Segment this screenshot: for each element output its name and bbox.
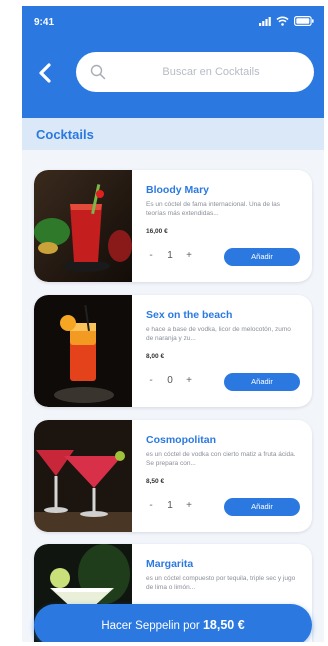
- increase-button[interactable]: +: [184, 250, 194, 261]
- signal-icon: [259, 16, 271, 26]
- quantity-stepper: - 1 +: [146, 500, 194, 511]
- cocktail-card[interactable]: Sex on the beach e hace a base de vodka,…: [34, 295, 312, 407]
- cocktail-image-bloody-mary: [34, 170, 132, 282]
- add-button[interactable]: Añadir: [224, 498, 300, 516]
- back-button[interactable]: [36, 62, 54, 84]
- cocktail-card[interactable]: Cosmopolitan es un cóctel de vodka con c…: [34, 420, 312, 532]
- cocktail-price: 8,50 €: [146, 478, 165, 485]
- phone-screen: 9:41 Buscar en Cocktails Cocktails Blood…: [22, 6, 324, 642]
- cocktail-price: 8,00 €: [146, 353, 165, 360]
- quantity-value: 1: [167, 500, 173, 511]
- quantity-value: 1: [167, 250, 173, 261]
- cocktail-description: e hace a base de vodka, licor de melocot…: [146, 326, 291, 342]
- search-input[interactable]: [116, 62, 306, 82]
- add-button[interactable]: Añadir: [224, 248, 300, 266]
- cocktail-price: 16,00 €: [146, 228, 168, 235]
- wifi-icon: [276, 16, 289, 26]
- increase-button[interactable]: +: [184, 375, 194, 386]
- status-icons: [259, 16, 314, 26]
- search-icon: [90, 64, 106, 80]
- cocktail-description: es un cóctel compuesto por tequila, trip…: [146, 575, 296, 591]
- cocktail-name: Cosmopolitan: [146, 434, 216, 446]
- add-button[interactable]: Añadir: [224, 373, 300, 391]
- cocktail-image-cosmopolitan: [34, 420, 132, 532]
- decrease-button[interactable]: -: [146, 500, 156, 511]
- quantity-value: 0: [167, 375, 173, 386]
- cocktail-name: Sex on the beach: [146, 309, 233, 321]
- status-time: 9:41: [34, 17, 55, 28]
- cocktail-image-sex-on-the-beach: [34, 295, 132, 407]
- order-label: Hacer Seppelin por: [101, 620, 203, 632]
- increase-button[interactable]: +: [184, 500, 194, 511]
- quantity-stepper: - 1 +: [146, 250, 194, 261]
- section-title: Cocktails: [36, 127, 94, 142]
- quantity-stepper: - 0 +: [146, 375, 194, 386]
- order-total: 18,50 €: [202, 618, 245, 632]
- decrease-button[interactable]: -: [146, 250, 156, 261]
- cocktail-name: Bloody Mary: [146, 184, 210, 196]
- battery-icon: [294, 16, 314, 26]
- search-bar[interactable]: [76, 52, 314, 92]
- cocktail-card[interactable]: Bloody Mary Es un cóctel de fama interna…: [34, 170, 312, 282]
- order-button[interactable]: Hacer Seppelin por 18,50 €: [34, 604, 312, 642]
- cocktail-description: Es un cóctel de fama internacional. Una …: [146, 201, 281, 217]
- cocktail-description: es un cóctel de vodka con cierto matiz a…: [146, 451, 296, 467]
- top-bar: 9:41: [22, 6, 324, 118]
- decrease-button[interactable]: -: [146, 375, 156, 386]
- section-header: Cocktails: [22, 118, 324, 150]
- chevron-left-icon: [39, 63, 51, 83]
- cocktail-name: Margarita: [146, 558, 194, 570]
